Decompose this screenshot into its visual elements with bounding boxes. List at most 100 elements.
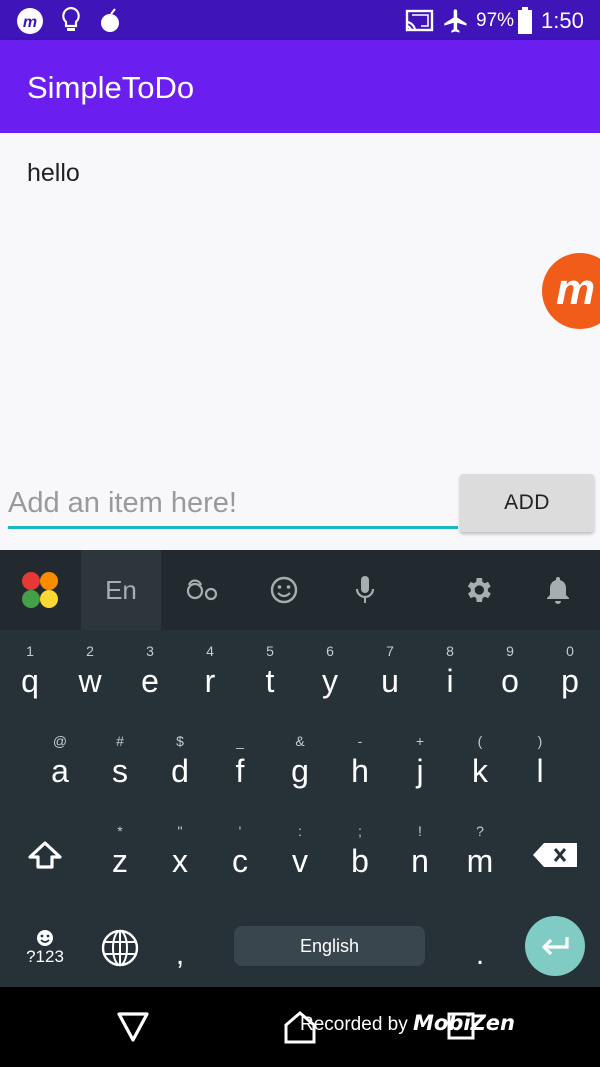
add-button[interactable]: ADD — [460, 474, 594, 532]
key-hint: 5 — [266, 643, 274, 659]
key-label: u — [381, 663, 399, 699]
app-grid-icon — [22, 572, 58, 608]
key-hint: 4 — [206, 643, 214, 659]
key-label: i — [446, 663, 454, 699]
key-hint: 2 — [86, 643, 94, 659]
key-w[interactable]: 2w — [60, 635, 120, 715]
backspace-key[interactable] — [525, 830, 585, 880]
globe-icon — [101, 929, 139, 967]
back-icon[interactable] — [116, 1011, 150, 1043]
key-label: e — [141, 663, 159, 699]
key-hint: 8 — [446, 643, 454, 659]
sticker-button[interactable] — [162, 550, 242, 630]
mic-icon — [355, 576, 375, 603]
key-v[interactable]: :v — [270, 815, 330, 895]
emoji-small-icon — [37, 930, 53, 946]
key-label: b — [351, 843, 369, 879]
key-n[interactable]: ! n — [390, 815, 450, 895]
language-switch-key[interactable] — [95, 920, 145, 976]
key-hint: ' — [238, 823, 242, 839]
key-o[interactable]: 9o — [480, 635, 540, 715]
key-hint: * — [117, 823, 123, 839]
item-input[interactable] — [8, 480, 458, 529]
keyboard-toolbar: En — [0, 550, 600, 630]
key-label: d — [171, 753, 189, 789]
key-l[interactable]: ) l — [510, 725, 570, 805]
watermark-text: Recorded by — [300, 1014, 408, 1035]
notifications-button[interactable] — [518, 550, 598, 630]
key-m[interactable]: ? m — [450, 815, 510, 895]
svg-text:m: m — [23, 14, 37, 31]
key-e[interactable]: 3e — [120, 635, 180, 715]
key-label: r — [204, 663, 216, 699]
app-grid-button[interactable] — [0, 550, 80, 630]
key-k[interactable]: (k — [450, 725, 510, 805]
key-hint: ? — [476, 823, 484, 839]
enter-key[interactable] — [525, 916, 585, 976]
key-hint: & — [295, 733, 305, 749]
key-label: l — [536, 753, 544, 789]
comma-key[interactable]: , — [160, 930, 200, 980]
app-title: SimpleToDo — [27, 70, 195, 105]
key-hint: @ — [52, 733, 68, 749]
key-i[interactable]: 8i — [420, 635, 480, 715]
key-p[interactable]: 0p — [540, 635, 600, 715]
navigation-bar: Recorded by MobiZen — [0, 987, 600, 1067]
key-hint: ( — [477, 733, 483, 749]
key-f[interactable]: _ f — [210, 725, 270, 805]
bulb-icon — [62, 6, 80, 31]
language-button[interactable]: En — [81, 550, 161, 630]
key-z[interactable]: * z — [90, 815, 150, 895]
key-label: x — [172, 843, 188, 879]
key-label: h — [351, 753, 369, 789]
key-c[interactable]: ' c — [210, 815, 270, 895]
list-item[interactable]: hello — [27, 159, 80, 188]
key-r[interactable]: 4r — [180, 635, 240, 715]
key-hint: ; — [358, 823, 362, 839]
key-label: t — [265, 663, 275, 699]
key-h[interactable]: -h — [330, 725, 390, 805]
sticker-icon — [186, 579, 218, 601]
key-label: k — [472, 753, 488, 789]
key-x[interactable]: " x — [150, 815, 210, 895]
key-hint: 3 — [146, 643, 154, 659]
key-hint: # — [116, 733, 124, 749]
emoji-button[interactable] — [244, 550, 324, 630]
key-hint: - — [357, 733, 363, 749]
shift-key[interactable] — [15, 820, 75, 890]
key-label: g — [291, 753, 309, 789]
key-t[interactable]: 5t — [240, 635, 300, 715]
key-hint: 0 — [566, 643, 574, 659]
symbols-key[interactable]: ?123 — [15, 920, 75, 976]
shift-icon — [28, 841, 62, 869]
space-bar[interactable]: English — [234, 926, 425, 966]
key-d[interactable]: $ d — [150, 725, 210, 805]
key-g[interactable]: & g — [270, 725, 330, 805]
key-label: p — [561, 663, 579, 699]
key-label: s — [112, 753, 128, 789]
symbols-key-label: ?123 — [26, 947, 64, 966]
cast-icon — [405, 9, 434, 32]
key-j[interactable]: + j — [390, 725, 450, 805]
key-s[interactable]: # s — [90, 725, 150, 805]
key-q[interactable]: 1q — [0, 635, 60, 715]
key-hint: $ — [176, 733, 184, 749]
key-label: w — [78, 663, 102, 699]
key-hint: ! — [418, 823, 422, 839]
key-label: n — [411, 843, 429, 879]
backspace-icon — [533, 843, 577, 867]
gear-icon — [467, 578, 491, 602]
period-key[interactable]: . — [460, 930, 500, 980]
key-u[interactable]: 7u — [360, 635, 420, 715]
key-label: j — [416, 753, 424, 789]
enter-icon — [541, 937, 569, 956]
key-label: y — [322, 663, 338, 699]
key-hint: 7 — [386, 643, 394, 659]
voice-input-button[interactable] — [325, 550, 405, 630]
settings-button[interactable] — [438, 550, 518, 630]
battery-icon — [518, 7, 532, 34]
key-y[interactable]: 6y — [300, 635, 360, 715]
key-b[interactable]: ; b — [330, 815, 390, 895]
key-a[interactable]: @ a — [30, 725, 90, 805]
airplane-icon — [444, 9, 467, 33]
